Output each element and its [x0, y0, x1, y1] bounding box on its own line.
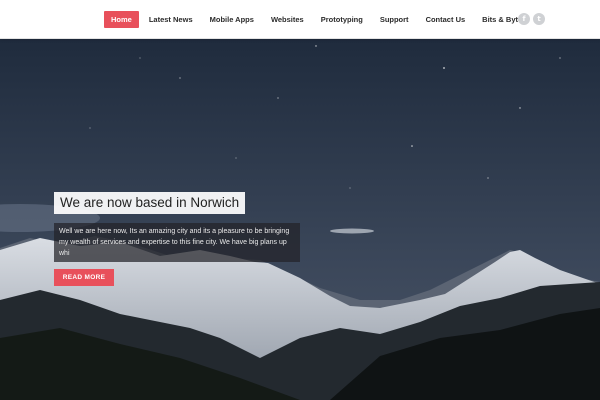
nav-item-websites[interactable]: Websites	[264, 11, 311, 28]
nav-item-mobile-apps[interactable]: Mobile Apps	[203, 11, 261, 28]
nav-item-contact-us[interactable]: Contact Us	[419, 11, 473, 28]
mountain-night-background	[0, 38, 600, 400]
hero-banner: We are now based in Norwich Well we are …	[0, 38, 600, 400]
facebook-icon[interactable]: f	[518, 13, 530, 25]
twitter-icon[interactable]: t	[533, 13, 545, 25]
nav-item-support[interactable]: Support	[373, 11, 416, 28]
nav-item-home[interactable]: Home	[104, 11, 139, 28]
hero-title: We are now based in Norwich	[54, 192, 246, 214]
nav-item-prototyping[interactable]: Prototyping	[314, 11, 370, 28]
hero-description: Well we are here now, Its an amazing cit…	[54, 223, 300, 262]
read-more-button[interactable]: READ MORE	[54, 269, 114, 286]
nav-item-latest-news[interactable]: Latest News	[142, 11, 200, 28]
social-links: f t	[518, 13, 548, 25]
site-header: Home Latest News Mobile Apps Websites Pr…	[0, 0, 600, 39]
main-nav: Home Latest News Mobile Apps Websites Pr…	[104, 11, 536, 28]
